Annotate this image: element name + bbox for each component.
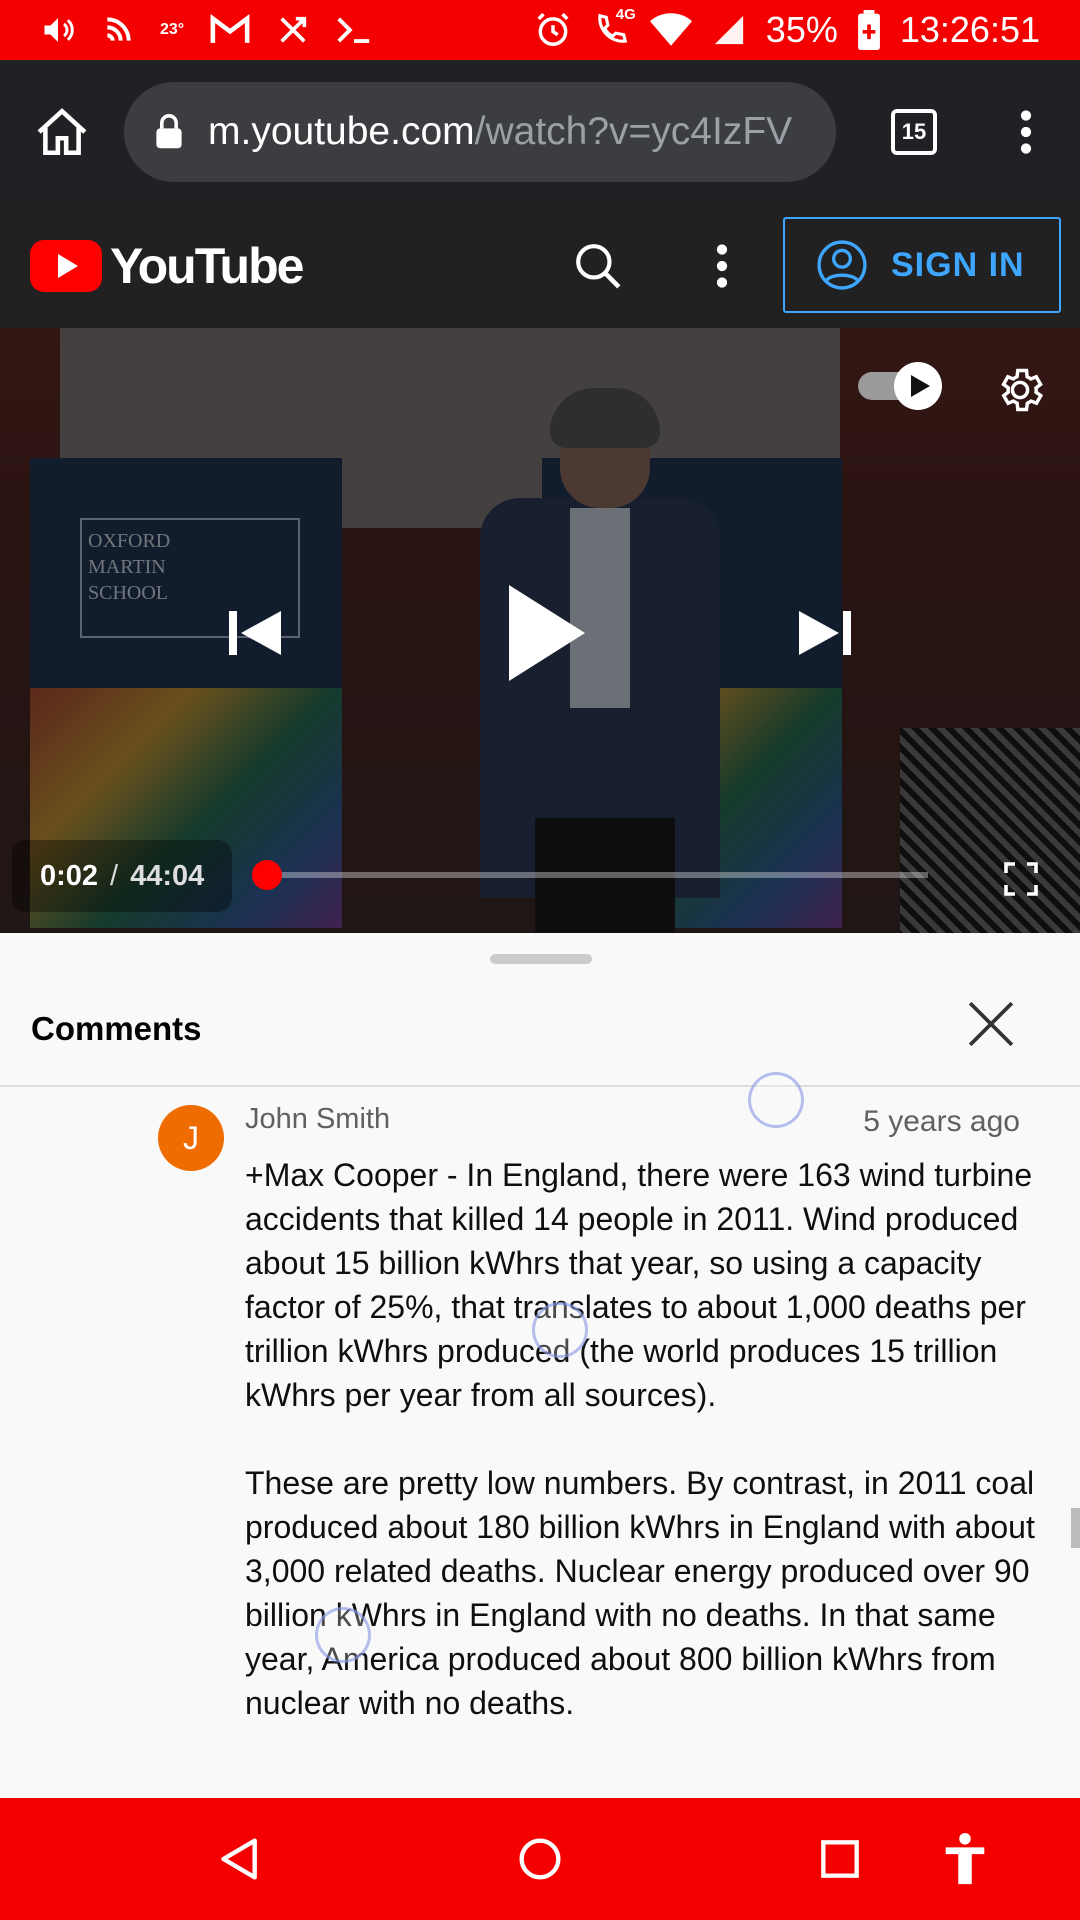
- gear-icon: [1001, 368, 1044, 412]
- browser-menu-button[interactable]: [976, 60, 1076, 204]
- comment-text: +Max Cooper - In England, there were 163…: [245, 1153, 1035, 1769]
- nav-accessibility-button[interactable]: [930, 1824, 1000, 1894]
- search-button[interactable]: [566, 234, 630, 298]
- current-time: 0:02: [40, 859, 99, 892]
- settings-button[interactable]: [990, 360, 1050, 420]
- browser-home-button[interactable]: [0, 60, 124, 204]
- system-nav-bar: [0, 1798, 1080, 1920]
- comments-header: Comments: [0, 973, 1080, 1087]
- skip-next-icon: [799, 611, 851, 655]
- duration: 44:04: [130, 859, 205, 892]
- sign-in-label: SIGN IN: [891, 245, 1025, 284]
- terminal-icon: [336, 10, 372, 50]
- nav-home-button[interactable]: [505, 1824, 575, 1894]
- url-path: /watch?v=yc4IzFV: [474, 110, 793, 153]
- skip-previous-icon: [229, 611, 281, 655]
- youtube-logo[interactable]: YouTube: [30, 237, 304, 295]
- touch-indicator: [748, 1072, 804, 1128]
- youtube-header: YouTube SIGN IN: [0, 204, 1080, 328]
- play-button[interactable]: [490, 578, 600, 688]
- scroll-indicator[interactable]: [1071, 1508, 1080, 1548]
- fullscreen-button[interactable]: [996, 854, 1046, 904]
- youtube-menu-button[interactable]: [702, 234, 742, 298]
- battery-icon: [857, 10, 880, 50]
- account-icon: [817, 240, 867, 290]
- clock: 13:26:51: [899, 9, 1040, 50]
- touch-indicator: [532, 1302, 588, 1358]
- time-display: 0:02 / 44:04: [12, 840, 233, 912]
- comments-title: Comments: [31, 1010, 202, 1047]
- youtube-logo-text: YouTube: [110, 238, 304, 294]
- avatar[interactable]: J: [158, 1105, 224, 1171]
- address-bar[interactable]: m.youtube.com/watch?v=yc4IzFV: [124, 82, 836, 182]
- comment-timestamp: 5 years ago: [863, 1105, 1020, 1138]
- previous-button[interactable]: [220, 598, 290, 668]
- next-button[interactable]: [790, 598, 860, 668]
- search-icon: [576, 244, 621, 289]
- signal-icon: [712, 10, 746, 50]
- browser-toolbar: m.youtube.com/watch?v=yc4IzFV 15: [0, 60, 1080, 204]
- fullscreen-icon: [1004, 862, 1038, 896]
- more-vert-icon: [716, 244, 728, 288]
- cast-icon: [102, 10, 134, 50]
- tab-switcher-button[interactable]: 15: [852, 60, 976, 204]
- recents-icon: [821, 1840, 859, 1878]
- youtube-play-icon: [30, 240, 102, 292]
- video-player[interactable]: OXFORD MARTIN SCHOOL 0:02 / 44:04: [0, 328, 1080, 933]
- tab-count: 15: [891, 109, 937, 155]
- progress-scrubber[interactable]: [251, 860, 282, 890]
- accessibility-icon: [945, 1832, 985, 1885]
- wifi-icon: [649, 10, 692, 50]
- back-icon: [221, 1838, 257, 1880]
- touch-indicator: [315, 1607, 371, 1663]
- comment-paragraph: +Max Cooper - In England, there were 163…: [245, 1157, 1033, 1413]
- battery-percent: 35%: [765, 9, 838, 50]
- close-icon: [968, 1001, 1014, 1047]
- comment-paragraph: These are pretty low numbers. By contras…: [245, 1465, 1035, 1721]
- nav-recents-button[interactable]: [805, 1824, 875, 1894]
- play-icon: [509, 585, 585, 681]
- sheet-drag-handle[interactable]: [490, 954, 592, 964]
- time-separator: /: [110, 859, 119, 892]
- wifi-calling-icon: 4G: [592, 6, 636, 50]
- comment-author[interactable]: John Smith: [245, 1103, 390, 1136]
- nav-back-button[interactable]: [205, 1824, 275, 1894]
- close-comments-button[interactable]: [960, 993, 1022, 1055]
- sign-in-button[interactable]: SIGN IN: [783, 217, 1061, 313]
- weather-icon: 23°: [160, 21, 185, 38]
- comments-panel: Comments J John Smith 5 years ago +Max C…: [0, 933, 1080, 1798]
- more-vert-icon: [1020, 110, 1032, 154]
- alarm-icon: [534, 10, 572, 50]
- volume-icon: [40, 10, 76, 50]
- lock-icon: [154, 114, 188, 150]
- home-icon: [37, 108, 87, 156]
- autoplay-toggle[interactable]: [856, 360, 948, 412]
- url-host: m.youtube.com: [208, 110, 475, 153]
- missed-call-icon: [276, 10, 310, 50]
- home-icon: [519, 1838, 561, 1880]
- gmail-icon: [210, 10, 250, 50]
- progress-bar[interactable]: [251, 860, 928, 890]
- status-bar: 23° 4G 35% 13:26:51: [0, 0, 1080, 60]
